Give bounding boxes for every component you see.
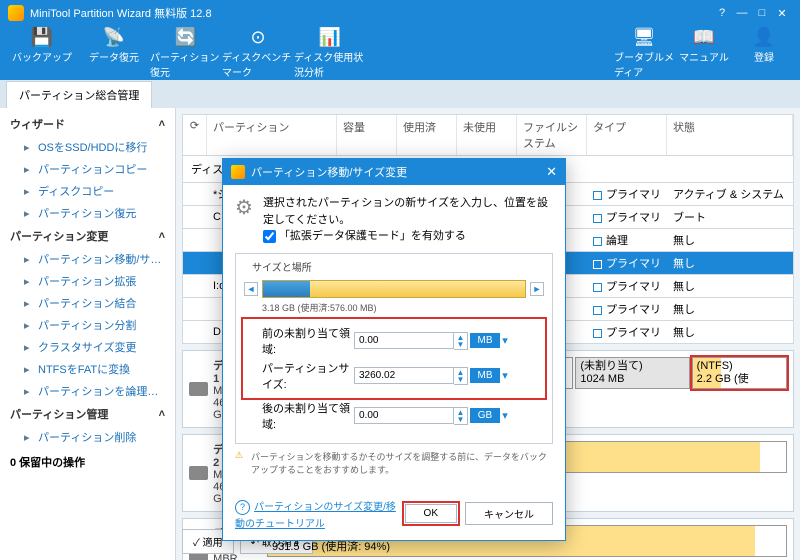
main-toolbar: 💾バックアップ📡データ復元🔄パーティション復元⊙ディスクベンチマーク📊ディスク使…	[0, 26, 800, 80]
dialog-titlebar[interactable]: パーティション移動/サイズ変更 ✕	[223, 159, 565, 185]
partition-grid-header: ⟳ パーティション 容量 使用済 未使用 ファイルシステム タイプ 状態	[182, 114, 794, 156]
sidebar-item[interactable]: ▸パーティションコピー	[0, 158, 175, 180]
unit-select[interactable]: MB	[470, 368, 500, 383]
chevron-down-icon[interactable]: ▾	[500, 369, 510, 382]
maximize-button[interactable]: □	[752, 7, 772, 19]
close-button[interactable]: ✕	[772, 7, 792, 20]
chevron-down-icon[interactable]: ▾	[500, 409, 510, 422]
dialog-title: パーティション移動/サイズ変更	[251, 164, 546, 180]
disk-icon	[189, 382, 208, 396]
size-input-row: パーティションサイズ:▲▼MB▾	[244, 360, 544, 392]
slider-right-button[interactable]: ►	[530, 282, 544, 296]
sidebar-group-change[interactable]: パーティション変更˄	[0, 224, 175, 248]
toolbar-button[interactable]: 📡データ復元	[78, 23, 150, 83]
sidebar-item[interactable]: ▸OSをSSD/HDDに移行	[0, 136, 175, 158]
unit-select[interactable]: MB	[470, 333, 500, 348]
size-input-row: 前の未割り当て領域:▲▼MB▾	[244, 325, 544, 357]
sidebar-group-wizard[interactable]: ウィザード˄	[0, 112, 175, 136]
toolbar-button[interactable]: 🔄パーティション復元	[150, 23, 222, 83]
toolbar-icon: 💾	[31, 27, 53, 49]
sidebar-item[interactable]: ▸パーティション結合	[0, 292, 175, 314]
app-logo-icon	[8, 5, 24, 21]
toolbar-icon: 🖥	[633, 27, 656, 49]
toolbar-button[interactable]: 📊ディスク使用状況分析	[294, 23, 366, 83]
resize-dialog: パーティション移動/サイズ変更 ✕ ⚙ 選択されたパーティションの新サイズを入力…	[222, 158, 566, 541]
toolbar-button[interactable]: 💾バックアップ	[6, 23, 78, 83]
unit-select[interactable]: GB	[470, 408, 500, 423]
slider-info: 3.18 GB (使用済:576.00 MB)	[244, 301, 544, 314]
toolbar-icon: ⊙	[250, 27, 265, 49]
toolbar-button[interactable]: ⊙ディスクベンチマーク	[222, 23, 294, 83]
chevron-up-icon: ˄	[159, 118, 165, 130]
toolbar-icon: 📊	[319, 27, 341, 49]
toolbar-button[interactable]: 📖マニュアル	[674, 23, 734, 83]
dialog-logo-icon	[231, 165, 245, 179]
dialog-warning: パーティションを移動するかそのサイズを調整する前に、データをバックアップすること…	[235, 450, 553, 476]
chevron-up-icon: ˄	[159, 408, 165, 420]
toolbar-icon: 👤	[753, 27, 775, 49]
sidebar-item[interactable]: ▸パーティションを論理に設定	[0, 380, 175, 402]
protect-mode-checkbox[interactable]: 「拡張データ保護モード」を有効する	[263, 230, 466, 242]
cancel-button[interactable]: キャンセル	[465, 502, 553, 525]
tab-partition-mgmt[interactable]: パーティション総合管理	[6, 81, 152, 108]
minimize-button[interactable]: —	[732, 7, 752, 19]
spinner-icon[interactable]: ▲▼	[454, 407, 468, 425]
toolbar-button[interactable]: 🖥ブータブルメディア	[614, 23, 674, 83]
dialog-intro: 選択されたパーティションの新サイズを入力し、位置を設定してください。	[263, 195, 553, 228]
toolbar-icon: 📡	[103, 27, 125, 49]
disk-icon	[189, 466, 208, 480]
toolbar-icon: 📖	[693, 27, 715, 49]
tutorial-link[interactable]: パーティションのサイズ変更/移動のチュートリアル	[235, 498, 397, 530]
sidebar-item[interactable]: ▸NTFSをFATに変換	[0, 358, 175, 380]
sidebar-item[interactable]: ▸パーティション削除	[0, 426, 175, 448]
size-input[interactable]	[354, 367, 454, 384]
reload-icon[interactable]: ⟳	[183, 115, 207, 155]
size-fieldset: サイズと場所 ◄ ► 3.18 GB (使用済:576.00 MB) 前の未割り…	[235, 253, 553, 444]
spinner-icon[interactable]: ▲▼	[454, 367, 468, 385]
sliders-icon: ⚙	[235, 195, 253, 245]
chevron-down-icon[interactable]: ▾	[500, 334, 510, 347]
sidebar-item[interactable]: ▸パーティション移動/サイズ変更	[0, 248, 175, 270]
pending-ops: 0 保留中の操作	[0, 448, 175, 476]
toolbar-icon: 🔄	[175, 27, 197, 49]
chevron-up-icon: ˄	[159, 230, 165, 242]
sidebar-item[interactable]: ▸パーティション拡張	[0, 270, 175, 292]
sidebar-item[interactable]: ▸パーティション分割	[0, 314, 175, 336]
sidebar-item[interactable]: ▸ディスクコピー	[0, 180, 175, 202]
slider-left-button[interactable]: ◄	[244, 282, 258, 296]
sidebar: ウィザード˄ ▸OSをSSD/HDDに移行▸パーティションコピー▸ディスクコピー…	[0, 108, 176, 560]
ok-button[interactable]: OK	[405, 504, 457, 523]
help-icon[interactable]: ?	[712, 7, 732, 19]
size-input[interactable]	[354, 332, 454, 349]
app-title: MiniTool Partition Wizard 無料版 12.8	[30, 5, 712, 21]
sidebar-group-manage[interactable]: パーティション管理˄	[0, 402, 175, 426]
dialog-close-button[interactable]: ✕	[546, 164, 557, 180]
tab-strip: パーティション総合管理	[0, 80, 800, 108]
sidebar-item[interactable]: ▸パーティション復元	[0, 202, 175, 224]
size-input[interactable]	[354, 407, 454, 424]
size-input-row: 後の未割り当て領域:▲▼GB▾	[244, 400, 544, 432]
size-slider[interactable]	[262, 280, 526, 298]
spinner-icon[interactable]: ▲▼	[454, 332, 468, 350]
sidebar-item[interactable]: ▸クラスタサイズ変更	[0, 336, 175, 358]
toolbar-button[interactable]: 👤登録	[734, 23, 794, 83]
